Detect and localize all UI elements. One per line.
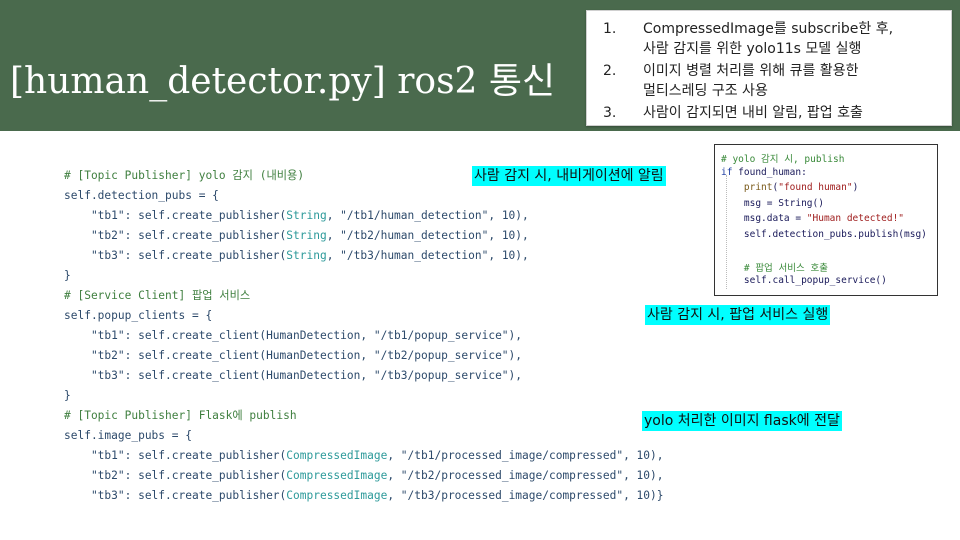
highlight-popup-note: 사람 감지 시, 팝업 서비스 실행 <box>645 305 831 325</box>
note-number: 1. <box>603 21 617 37</box>
snippet-line: self.call_popup_service() <box>721 275 887 286</box>
snippet-token: self.detection_pubs.publish(msg) <box>721 228 927 240</box>
code-token: , "/tb1/human_detection", 10), <box>326 209 529 222</box>
snippet-line: if found_human: <box>721 167 807 178</box>
code-line: self.popup_clients = { <box>64 306 663 326</box>
snippet-token: # 팝업 서비스 호출 <box>721 262 828 274</box>
code-line: } <box>64 386 663 406</box>
note-text: CompressedImage를 subscribe한 후, 사람 감지를 위한 … <box>643 19 893 59</box>
code-line: "tb1": self.create_publisher(CompressedI… <box>64 446 664 466</box>
code-token: , "/tb2/human_detection", 10), <box>326 229 529 242</box>
code-token: , "/tb3/processed_image/compressed", 10)… <box>387 489 664 502</box>
snippet-token: msg.data = <box>721 213 807 224</box>
code-token: # [Service Client] 팝업 서비스 <box>64 289 251 302</box>
note-line: CompressedImage를 subscribe한 후, <box>643 21 894 37</box>
code-line: "tb3": self.create_client(HumanDetection… <box>64 366 663 386</box>
highlight-navigation-note: 사람 감지 시, 내비게이션에 알림 <box>472 166 666 186</box>
slide-title: [human_detector.py] ros2 통신 <box>10 61 556 102</box>
code-line: self.image_pubs = { <box>64 426 663 446</box>
code-token: "tb3": self.create_publisher( <box>64 249 287 262</box>
snippet-token: found_human: <box>738 166 807 178</box>
code-line: "tb2": self.create_publisher(CompressedI… <box>64 466 664 486</box>
snippet-token: self.call_popup_service() <box>721 275 887 286</box>
code-token: String <box>286 229 327 242</box>
code-block: # [Topic Publisher] yolo 감지 (내비용) self.de… <box>64 166 663 506</box>
note-number: 3. <box>603 105 617 121</box>
snippet-line: self.detection_pubs.publish(msg) <box>721 229 927 240</box>
note-line: 사람이 감지되면 내비 알림, 팝업 호출 <box>643 105 863 121</box>
snippet-token: msg = String() <box>721 197 824 209</box>
snippet-line: # 팝업 서비스 호출 <box>721 260 828 274</box>
note-number: 2. <box>603 63 617 79</box>
note-text: 사람이 감지되면 내비 알림, 팝업 호출 <box>643 103 863 123</box>
code-line: "tb1": self.create_publisher(String, "/t… <box>64 206 663 226</box>
note-line: 사람 감지를 위한 yolo11s 모델 실행 <box>643 41 862 57</box>
code-line: self.detection_pubs = { <box>64 186 663 206</box>
snippet-token <box>721 182 744 193</box>
code-token: CompressedImage <box>286 449 388 462</box>
code-line: "tb1": self.create_client(HumanDetection… <box>64 326 663 346</box>
code-line: "tb2": self.create_client(HumanDetection… <box>64 346 663 366</box>
snippet-token: # yolo 감지 시, publish <box>721 154 845 165</box>
code-line: } <box>64 266 663 286</box>
code-token: CompressedImage <box>286 489 388 502</box>
code-token: "tb2": self.create_publisher( <box>64 229 287 242</box>
code-token: # [Topic Publisher] Flask에 publish <box>64 409 297 422</box>
code-token: # [Topic Publisher] yolo 감지 (내비용) <box>64 169 305 182</box>
code-line: "tb2": self.create_publisher(String, "/t… <box>64 226 663 246</box>
code-token: , "/tb3/human_detection", 10), <box>326 249 529 262</box>
code-token: String <box>286 249 327 262</box>
snippet-token: ) <box>852 182 859 193</box>
note-text: 이미지 병렬 처리를 위해 큐를 활용한멀티스레딩 구조 사용 <box>643 61 858 101</box>
code-token: "tb3": self.create_client(HumanDetection… <box>64 369 523 382</box>
code-token: self.image_pubs = { <box>64 429 192 442</box>
code-token: "tb2": self.create_client(HumanDetection… <box>64 349 523 362</box>
code-token: CompressedImage <box>286 469 388 482</box>
notes-box: 1. CompressedImage를 subscribe한 후, 사람 감지를 위… <box>586 10 952 126</box>
code-token: self.detection_pubs = { <box>64 189 219 202</box>
code-token: self.popup_clients = { <box>64 309 213 322</box>
code-snippet-image: # yolo 감지 시, publish if found_human: prin… <box>714 144 938 296</box>
highlight-flask-note: yolo 처리한 이미지 flask에 전달 <box>642 411 842 431</box>
code-token: "tb3": self.create_publisher( <box>64 489 287 502</box>
snippet-token: if <box>721 166 739 178</box>
snippet-token: "found human" <box>778 182 853 193</box>
snippet-line: # yolo 감지 시, publish <box>721 151 844 165</box>
snippet-line: msg.data = "Human detected!" <box>721 213 904 224</box>
code-line: "tb3": self.create_publisher(String, "/t… <box>64 246 663 266</box>
snippet-line: print("found human") <box>721 182 858 193</box>
code-token: "tb1": self.create_publisher( <box>64 209 287 222</box>
code-token: , "/tb2/processed_image/compressed", 10)… <box>387 469 664 482</box>
snippet-token: print <box>743 182 773 193</box>
code-token: "tb2": self.create_publisher( <box>64 469 287 482</box>
snippet-token: "Human detected!" <box>806 213 905 224</box>
code-token: } <box>64 269 71 282</box>
code-line: # [Topic Publisher] Flask에 publish <box>64 406 663 426</box>
note-line: 멀티스레딩 구조 사용 <box>643 83 768 99</box>
code-token: } <box>64 389 71 402</box>
code-token: "tb1": self.create_publisher( <box>64 449 287 462</box>
code-token: String <box>286 209 327 222</box>
code-token: , "/tb1/processed_image/compressed", 10)… <box>387 449 664 462</box>
code-line: # [Service Client] 팝업 서비스 <box>64 286 663 306</box>
snippet-line: msg = String() <box>721 198 824 209</box>
code-token: "tb1": self.create_client(HumanDetection… <box>64 329 523 342</box>
code-line: "tb3": self.create_publisher(CompressedI… <box>64 486 664 506</box>
note-line: 이미지 병렬 처리를 위해 큐를 활용한 <box>643 63 859 79</box>
